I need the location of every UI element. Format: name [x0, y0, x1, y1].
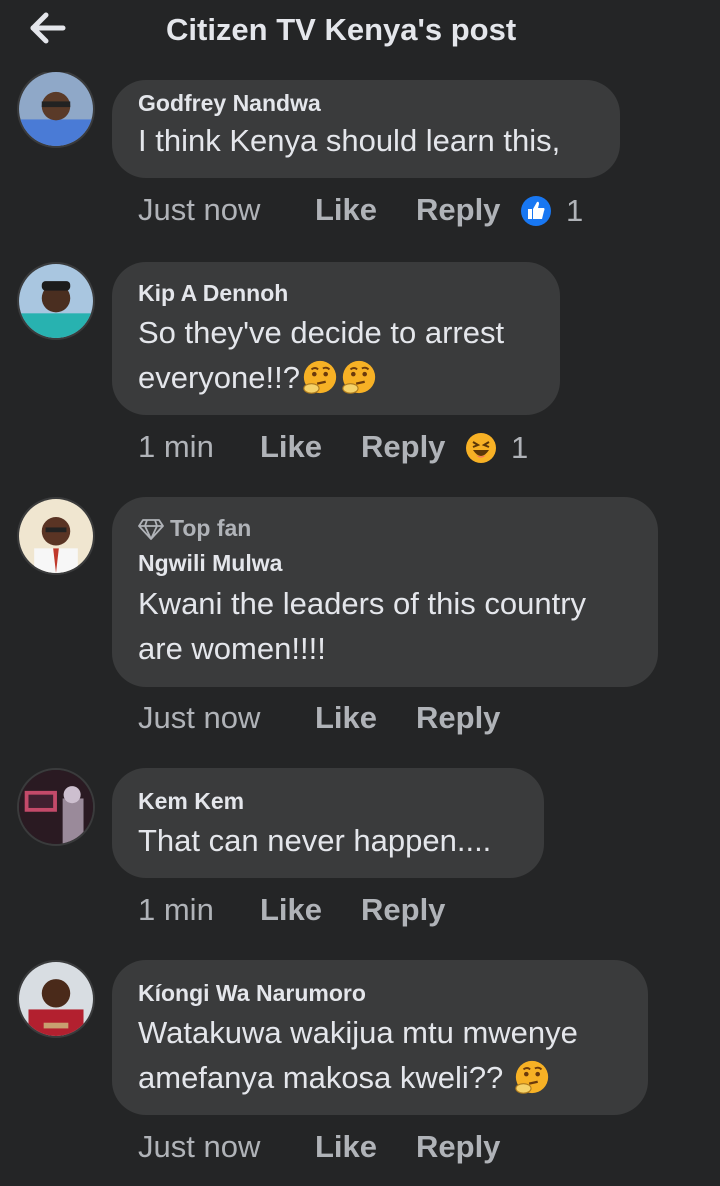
like-button[interactable]: Like: [315, 700, 377, 736]
like-button[interactable]: Like: [260, 892, 322, 928]
haha-reaction-icon: [466, 433, 496, 463]
back-button[interactable]: [26, 8, 70, 48]
reaction-count: 1: [511, 430, 529, 465]
avatar[interactable]: [17, 70, 95, 148]
thinking-face-emoji-icon: [342, 360, 376, 394]
reply-button[interactable]: Reply: [361, 892, 445, 928]
post-header: Citizen TV Kenya's post: [0, 0, 720, 72]
avatar[interactable]: [17, 960, 95, 1038]
comment-text: That can never happen....: [138, 823, 492, 858]
avatar[interactable]: [17, 768, 95, 846]
reply-button[interactable]: Reply: [416, 1129, 500, 1165]
like-button[interactable]: Like: [315, 192, 377, 228]
reply-button[interactable]: Reply: [416, 700, 500, 736]
comment-bubble[interactable]: Godfrey Nandwa I think Kenya should lear…: [112, 80, 620, 178]
comment-text: I think Kenya should learn this,: [138, 123, 561, 158]
comment-text-line: So they've decide to arrest: [138, 315, 505, 350]
avatar[interactable]: [17, 262, 95, 340]
comment-bubble[interactable]: Kíongi Wa Narumoro Watakuwa wakijua mtu …: [112, 960, 648, 1115]
thinking-face-emoji-icon: [303, 360, 337, 394]
comment-time[interactable]: 1 min: [138, 892, 214, 928]
reply-button[interactable]: Reply: [416, 192, 500, 228]
reply-button[interactable]: Reply: [361, 429, 445, 465]
comment-bubble[interactable]: Top fan Ngwili Mulwa Kwani the leaders o…: [112, 497, 658, 687]
page-title: Citizen TV Kenya's post: [166, 12, 517, 47]
comment-text-line: Watakuwa wakijua mtu mwenye: [138, 1015, 578, 1050]
like-button[interactable]: Like: [260, 429, 322, 465]
reaction-count: 1: [566, 193, 584, 228]
comment-time[interactable]: 1 min: [138, 429, 214, 465]
commenter-name[interactable]: Godfrey Nandwa: [138, 90, 321, 117]
comment-time[interactable]: Just now: [138, 1129, 260, 1165]
comment-text-line: Kwani the leaders of this country: [138, 586, 587, 621]
top-fan-badge: Top fan: [138, 515, 251, 542]
commenter-name[interactable]: Kip A Dennoh: [138, 280, 288, 307]
avatar[interactable]: [17, 497, 95, 575]
comment-bubble[interactable]: Kip A Dennoh So they've decide to arrest…: [112, 262, 560, 415]
like-reaction-icon: [521, 196, 551, 226]
commenter-name[interactable]: Kem Kem: [138, 788, 244, 815]
reaction-summary[interactable]: 1: [465, 430, 528, 466]
diamond-icon: [138, 518, 164, 540]
thinking-face-emoji-icon: [515, 1060, 549, 1094]
comment-text-line: everyone!!?: [138, 355, 378, 400]
comment-time[interactable]: Just now: [138, 192, 260, 228]
reaction-summary[interactable]: 1: [520, 193, 583, 229]
comment-time[interactable]: Just now: [138, 700, 260, 736]
comment-text-line: amefanya makosa kweli??: [138, 1055, 551, 1100]
commenter-name[interactable]: Kíongi Wa Narumoro: [138, 980, 366, 1007]
like-button[interactable]: Like: [315, 1129, 377, 1165]
comment-text-line: are women!!!!: [138, 631, 326, 666]
comment-bubble[interactable]: Kem Kem That can never happen....: [112, 768, 544, 878]
arrow-left-icon: [30, 12, 66, 44]
commenter-name[interactable]: Ngwili Mulwa: [138, 550, 282, 577]
